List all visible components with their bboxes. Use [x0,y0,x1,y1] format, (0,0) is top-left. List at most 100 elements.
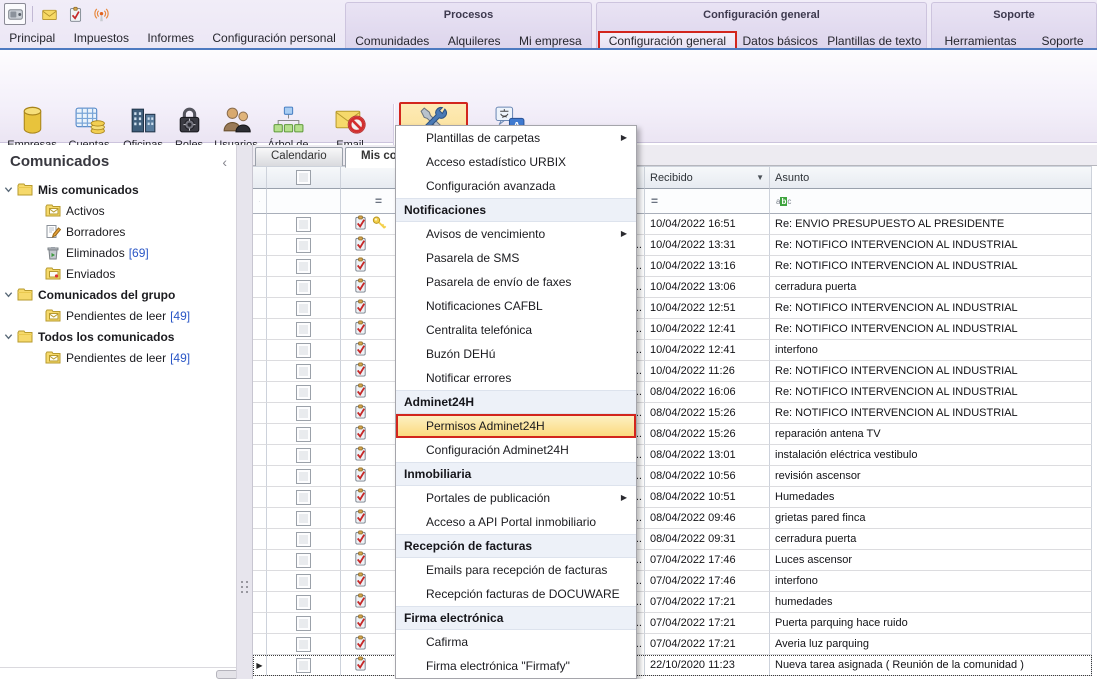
row-checkbox[interactable] [296,217,311,232]
tree-item-pendientes-de-leer[interactable]: Pendientes de leer[49] [0,305,236,326]
row-checkbox[interactable] [296,322,311,337]
grid-header-checkbox-cell[interactable] [267,166,341,189]
row-checkbox-cell[interactable] [267,256,341,277]
row-checkbox[interactable] [296,406,311,421]
menu-item-notificaciones-cafbl[interactable]: Notificaciones CAFBL [396,294,636,318]
menu-item-emails-para-recepci-n-de-facturas[interactable]: Emails para recepción de facturas [396,558,636,582]
filter-pin-icon[interactable] [253,189,267,214]
row-checkbox[interactable] [296,595,311,610]
table-row[interactable]: ..10/04/2022 13:31Re: NOTIFICO INTERVENC… [253,235,1092,256]
row-checkbox-cell[interactable] [267,214,341,235]
table-row[interactable]: ..10/04/2022 13:06cerradura puerta [253,277,1092,298]
menu-item-configuraci-n-avanzada[interactable]: Configuración avanzada [396,174,636,198]
tree-item-todos-los-comunicados[interactable]: Todos los comunicados [0,326,236,347]
filter-recibido-cell[interactable]: = [645,189,770,214]
row-checkbox-cell[interactable] [267,298,341,319]
ribbon-tab-mi-empresa[interactable]: Mi empresa [515,33,586,49]
row-checkbox[interactable] [296,490,311,505]
menu-item-permisos-adminet24h[interactable]: Permisos Adminet24H [396,414,636,438]
row-checkbox[interactable] [296,448,311,463]
grid-header-recibido[interactable]: Recibido▼ [645,166,770,189]
table-row[interactable]: ..07/04/2022 17:21Averia luz parquing [253,634,1092,655]
ribbon-tab-configuraci-n-personal[interactable]: Configuración personal [208,30,339,46]
filter-dropdown-icon[interactable]: ▼ [756,173,764,182]
filter-asunto-cell[interactable]: abc [770,189,1092,214]
row-checkbox[interactable] [296,343,311,358]
table-row[interactable]: ..08/04/2022 15:26reparación antena TV [253,424,1092,445]
row-checkbox-cell[interactable] [267,277,341,298]
qat-mail-icon[interactable] [39,4,59,24]
menu-item-avisos-de-vencimiento[interactable]: Avisos de vencimiento▶ [396,222,636,246]
menu-item-firma-electr-nica-firmafy-[interactable]: Firma electrónica "Firmafy" [396,654,636,678]
table-row[interactable]: ..08/04/2022 09:46grietas pared finca [253,508,1092,529]
table-row[interactable]: ..08/04/2022 16:06Re: NOTIFICO INTERVENC… [253,382,1092,403]
ribbon-tab-soporte[interactable]: Soporte [1037,33,1087,49]
ribbon-tab-herramientas[interactable]: Herramientas [940,33,1020,49]
row-checkbox-cell[interactable] [267,634,341,655]
table-row[interactable]: ..07/04/2022 17:46Luces ascensor [253,550,1092,571]
menu-item-buz-n-deh-[interactable]: Buzón DEHú [396,342,636,366]
row-checkbox[interactable] [296,280,311,295]
row-checkbox-cell[interactable] [267,571,341,592]
tree-item-enviados[interactable]: Enviados [0,263,236,284]
sidebar-hscrollbar[interactable] [0,667,236,679]
row-checkbox[interactable] [296,301,311,316]
ribbon-tab-impuestos[interactable]: Impuestos [70,30,133,46]
menu-item-recepci-n-facturas-de-docuware[interactable]: Recepción facturas de DOCUWARE [396,582,636,606]
row-checkbox-cell[interactable] [267,340,341,361]
row-checkbox-cell[interactable] [267,550,341,571]
row-checkbox[interactable] [296,658,311,673]
row-checkbox[interactable] [296,574,311,589]
row-checkbox-cell[interactable] [267,508,341,529]
row-checkbox-cell[interactable] [267,613,341,634]
expand-icon[interactable] [4,332,17,341]
row-checkbox[interactable] [296,364,311,379]
row-checkbox[interactable] [296,259,311,274]
row-checkbox[interactable] [296,469,311,484]
expand-icon[interactable] [4,290,17,299]
row-checkbox-cell[interactable] [267,382,341,403]
tree-item-pendientes-de-leer[interactable]: Pendientes de leer[49] [0,347,236,368]
ribbon-tab-informes[interactable]: Informes [143,30,198,46]
menu-item-centralita-telef-nica[interactable]: Centralita telefónica [396,318,636,342]
table-row[interactable]: ..10/04/2022 12:51Re: NOTIFICO INTERVENC… [253,298,1092,319]
menu-item-pasarela-de-sms[interactable]: Pasarela de SMS [396,246,636,270]
row-checkbox-cell[interactable] [267,361,341,382]
row-checkbox[interactable] [296,511,311,526]
row-checkbox[interactable] [296,532,311,547]
menu-item-acceso-estad-stico-urbix[interactable]: Acceso estadístico URBIX [396,150,636,174]
row-checkbox[interactable] [296,616,311,631]
row-checkbox-cell[interactable] [267,487,341,508]
menu-item-configuraci-n-adminet24h[interactable]: Configuración Adminet24H [396,438,636,462]
collapse-sidebar-icon[interactable]: ‹ [222,154,227,170]
select-all-checkbox[interactable] [296,170,311,185]
row-checkbox-cell[interactable] [267,592,341,613]
tree-item-mis-comunicados[interactable]: Mis comunicados [0,179,236,200]
qat-device-icon[interactable] [4,3,26,25]
qat-tasks-icon[interactable] [65,4,85,24]
row-checkbox-cell[interactable] [267,466,341,487]
table-row[interactable]: ..10/04/2022 11:26Re: NOTIFICO INTERVENC… [253,361,1092,382]
row-checkbox[interactable] [296,385,311,400]
table-row[interactable]: 10/04/2022 16:51Re: ENVIO PRESUPUESTO AL… [253,214,1092,235]
table-row[interactable]: ..08/04/2022 13:01instalación eléctrica … [253,445,1092,466]
menu-item-pasarela-de-env-o-de-faxes[interactable]: Pasarela de envío de faxes [396,270,636,294]
table-row[interactable]: ..10/04/2022 12:41interfono [253,340,1092,361]
tree-item-activos[interactable]: Activos [0,200,236,221]
row-checkbox-cell[interactable] [267,403,341,424]
table-row[interactable]: ..07/04/2022 17:46interfono [253,571,1092,592]
menu-item-notificar-errores[interactable]: Notificar errores [396,366,636,390]
row-checkbox-cell[interactable] [267,529,341,550]
menu-item-plantillas-de-carpetas[interactable]: Plantillas de carpetas▶ [396,126,636,150]
row-checkbox-cell[interactable] [267,424,341,445]
row-checkbox-cell[interactable] [267,445,341,466]
grid-header-asunto[interactable]: Asunto [770,166,1092,189]
menu-item-acceso-a-api-portal-inmobiliario[interactable]: Acceso a API Portal inmobiliario [396,510,636,534]
row-checkbox-cell[interactable] [267,235,341,256]
tree-item-borradores[interactable]: Borradores [0,221,236,242]
table-row[interactable]: ..08/04/2022 10:56revisión ascensor [253,466,1092,487]
tree-item-eliminados[interactable]: Eliminados[69] [0,242,236,263]
table-row[interactable]: ▶22/10/2020 11:23Nueva tarea asignada ( … [253,655,1092,676]
row-checkbox[interactable] [296,238,311,253]
expand-icon[interactable] [4,185,17,194]
